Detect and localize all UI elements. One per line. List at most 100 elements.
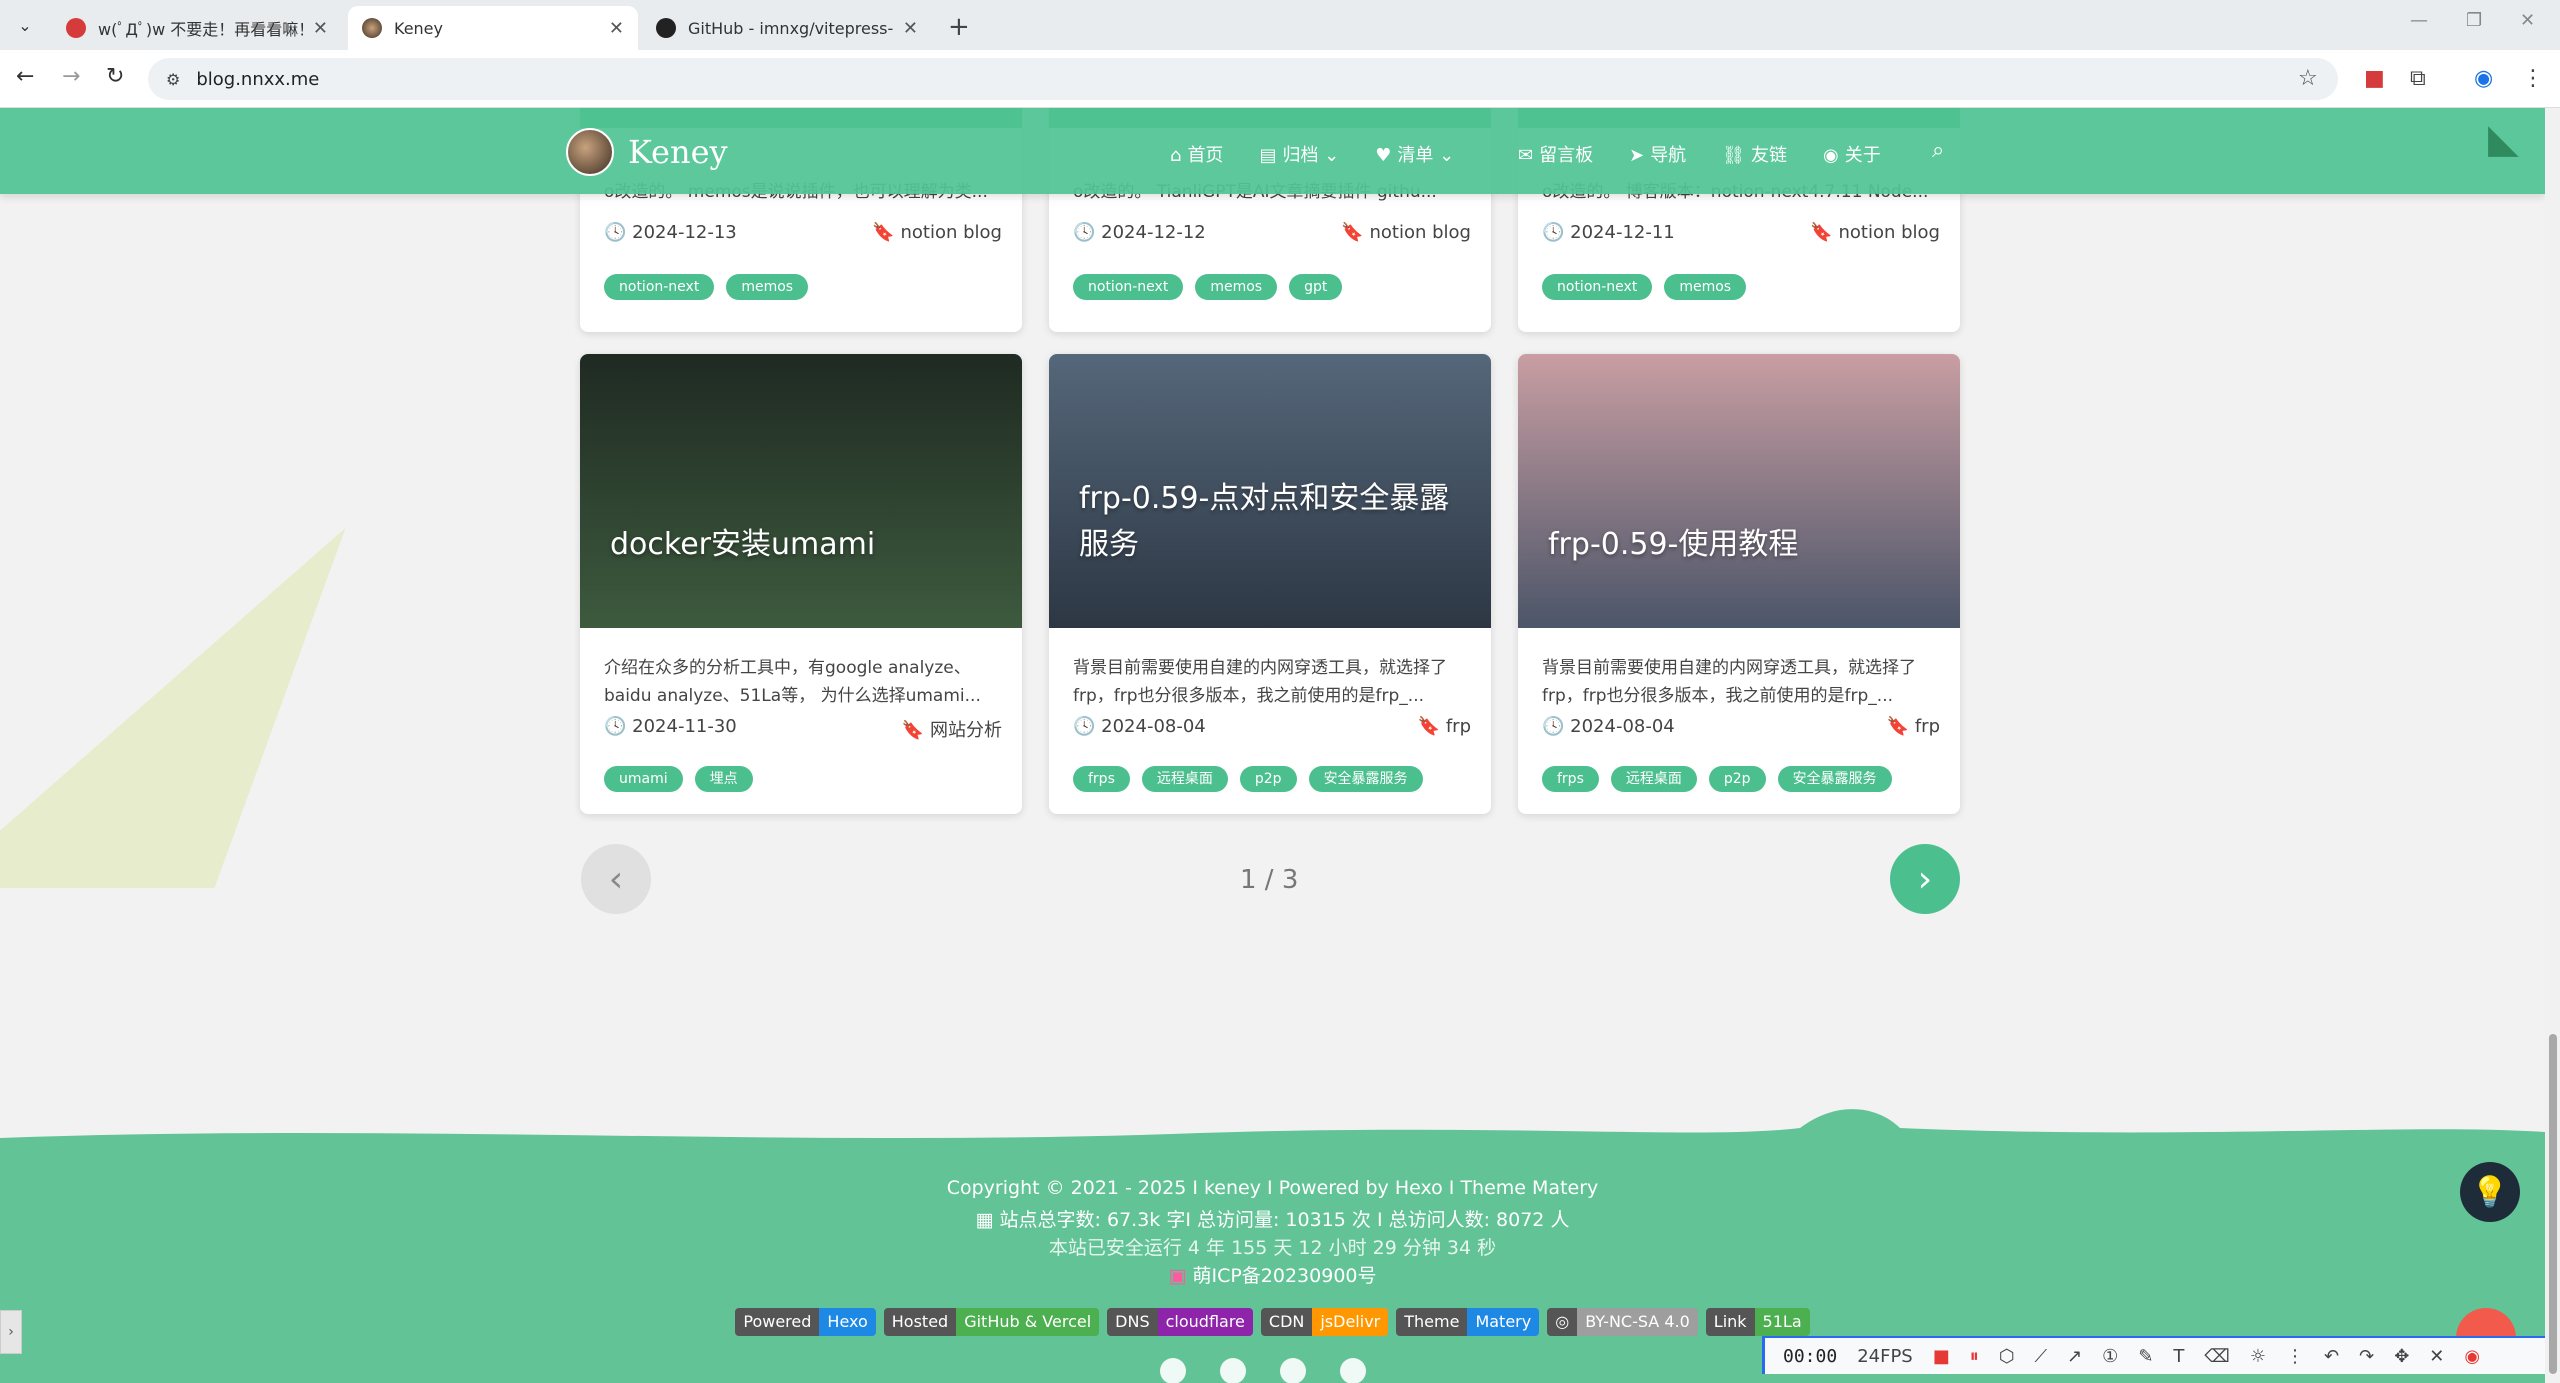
post-category[interactable]: 🔖 frp: [1887, 716, 1940, 737]
post-card[interactable]: frp-0.59-使用教程 背景目前需要使用自建的内网穿透工具，就选择了frp，…: [1518, 354, 1960, 814]
rss-icon[interactable]: [1340, 1358, 1366, 1383]
window-close-icon[interactable]: ✕: [2520, 10, 2535, 31]
tag[interactable]: frps: [1542, 766, 1599, 792]
tab-search-button[interactable]: ⌄: [10, 12, 40, 38]
nav-friends[interactable]: ⛓ 友链: [1722, 141, 1787, 167]
close-icon[interactable]: ✕: [313, 18, 328, 39]
shape-icon[interactable]: ⬡: [1999, 1346, 2015, 1367]
profile-icon[interactable]: ◉: [2474, 66, 2493, 91]
badge-theme[interactable]: Theme Matery: [1396, 1308, 1540, 1336]
hexo-link[interactable]: Hexo: [1395, 1177, 1443, 1199]
badge-dns[interactable]: DNS cloudflare: [1107, 1308, 1253, 1336]
badge-license[interactable]: ◎ BY-NC-SA 4.0: [1547, 1308, 1698, 1336]
record-icon[interactable]: ◉: [2464, 1346, 2480, 1367]
page-scrollbar[interactable]: [2545, 108, 2560, 1383]
nav-navigation[interactable]: ➤ 导航: [1629, 141, 1686, 167]
tag[interactable]: 远程桌面: [1610, 766, 1697, 792]
sidebar-expand-handle[interactable]: ›: [0, 1310, 22, 1354]
tag[interactable]: p2p: [1708, 766, 1766, 792]
search-icon[interactable]: ⌕: [1932, 138, 1944, 163]
extension-icon[interactable]: ■: [2364, 66, 2385, 91]
forward-icon[interactable]: →: [62, 64, 80, 89]
post-category[interactable]: 🔖 notion blog: [1810, 222, 1940, 243]
tag[interactable]: 安全暴露服务: [1308, 766, 1423, 792]
minimize-icon[interactable]: —: [2410, 10, 2428, 31]
tag[interactable]: memos: [1664, 274, 1747, 300]
menu-kebab-icon[interactable]: ⋮: [2522, 66, 2544, 91]
post-title[interactable]: docker安装umami: [610, 522, 1000, 568]
tab-1[interactable]: w(ﾟДﾟ)w 不要走！再看看嘛！ ✕: [52, 6, 342, 50]
nav-about[interactable]: ◉ 关于: [1823, 141, 1881, 167]
post-card[interactable]: docker安装umami 介绍在众多的分析工具中，有google analyz…: [580, 354, 1022, 814]
tag[interactable]: notion-next: [1073, 274, 1184, 300]
omnibox[interactable]: ⚙ blog.nnxx.me: [148, 58, 2338, 100]
more-icon[interactable]: ⋮: [2286, 1346, 2304, 1367]
reload-icon[interactable]: ↻: [106, 64, 124, 89]
move-icon[interactable]: ✥: [2394, 1346, 2409, 1367]
tag[interactable]: memos: [726, 274, 809, 300]
close-icon[interactable]: ✕: [903, 18, 918, 39]
badge-cdn[interactable]: CDN jsDelivr: [1260, 1308, 1389, 1336]
author-link[interactable]: keney: [1204, 1177, 1261, 1199]
post-category[interactable]: 🔖 frp: [1418, 716, 1471, 737]
number-icon[interactable]: ①: [2102, 1346, 2118, 1367]
nav-archive[interactable]: ▤ 归档 ⌄: [1259, 141, 1339, 167]
nav-home[interactable]: ⌂ 首页: [1170, 141, 1223, 167]
post-title[interactable]: frp-0.59-使用教程: [1548, 522, 1938, 568]
post-category[interactable]: 🔖 网站分析: [902, 716, 1002, 742]
post-category[interactable]: 🔖 notion blog: [1341, 222, 1471, 243]
tab-2-active[interactable]: Keney ✕: [348, 6, 638, 50]
tag[interactable]: umami: [604, 766, 683, 792]
redo-icon[interactable]: ↷: [2359, 1346, 2374, 1367]
github-corner-icon[interactable]: ◣: [2488, 116, 2519, 162]
eraser-icon[interactable]: ⌫: [2204, 1346, 2229, 1367]
tag[interactable]: 安全暴露服务: [1777, 766, 1892, 792]
badge-link[interactable]: Link 51La: [1705, 1308, 1810, 1336]
back-icon[interactable]: ←: [16, 64, 34, 89]
arrow-icon[interactable]: ↗: [2067, 1346, 2082, 1367]
bookmark-star-icon[interactable]: ☆: [2298, 66, 2318, 91]
url-text[interactable]: blog.nnxx.me: [196, 69, 319, 90]
nav-guestbook[interactable]: ✉ 留言板: [1518, 141, 1593, 167]
extensions-puzzle-icon[interactable]: ⧉: [2410, 66, 2426, 91]
footer-icp[interactable]: ▣ 萌ICP备20230900号: [0, 1261, 2545, 1288]
post-card[interactable]: frp-0.59-点对点和安全暴露服务 背景目前需要使用自建的内网穿透工具，就选…: [1049, 354, 1491, 814]
tag[interactable]: notion-next: [1542, 274, 1653, 300]
polyline-icon[interactable]: ⟋: [2034, 1346, 2047, 1367]
next-page-button[interactable]: ›: [1890, 844, 1960, 914]
close-icon[interactable]: ✕: [2429, 1346, 2444, 1367]
highlighter-icon[interactable]: ☼: [2250, 1346, 2266, 1367]
email-icon[interactable]: [1220, 1358, 1246, 1383]
weibo-icon[interactable]: [1280, 1358, 1306, 1383]
close-icon[interactable]: ✕: [609, 18, 624, 39]
tag[interactable]: p2p: [1239, 766, 1297, 792]
scrollbar-thumb[interactable]: [2549, 1034, 2557, 1374]
post-category[interactable]: 🔖 notion blog: [872, 222, 1002, 243]
restore-icon[interactable]: ❐: [2466, 10, 2482, 31]
badge-hosted[interactable]: Hosted GitHub & Vercel: [883, 1308, 1100, 1336]
post-cover-image[interactable]: [580, 354, 1022, 628]
tag[interactable]: notion-next: [604, 274, 715, 300]
undo-icon[interactable]: ↶: [2324, 1346, 2339, 1367]
new-tab-button[interactable]: +: [948, 12, 970, 42]
badge-powered[interactable]: Powered Hexo: [735, 1308, 876, 1336]
stop-icon[interactable]: ■: [1933, 1346, 1950, 1367]
tab-3[interactable]: GitHub - imnxg/vitepress-the ✕: [642, 6, 932, 50]
nav-list[interactable]: ♥ 清单 ⌄: [1375, 141, 1454, 167]
site-brand[interactable]: Keney: [566, 128, 728, 176]
tag[interactable]: 远程桌面: [1141, 766, 1228, 792]
site-info-icon[interactable]: ⚙: [166, 70, 180, 89]
pause-icon[interactable]: ⏸: [1970, 1346, 1979, 1367]
pen-icon[interactable]: ✎: [2138, 1346, 2153, 1367]
tag[interactable]: gpt: [1289, 274, 1343, 300]
tag[interactable]: frps: [1073, 766, 1130, 792]
text-icon[interactable]: T: [2173, 1346, 2184, 1367]
theme-link[interactable]: Matery: [1532, 1177, 1598, 1199]
tag[interactable]: 埋点: [694, 766, 753, 792]
post-cover-image[interactable]: [1518, 354, 1960, 628]
theme-toggle-bulb-icon[interactable]: 💡: [2460, 1162, 2520, 1222]
tag[interactable]: memos: [1195, 274, 1278, 300]
post-title[interactable]: frp-0.59-点对点和安全暴露服务: [1079, 476, 1469, 568]
recorder-fps[interactable]: 24FPS: [1857, 1346, 1913, 1367]
prev-page-button[interactable]: ‹: [581, 844, 651, 914]
